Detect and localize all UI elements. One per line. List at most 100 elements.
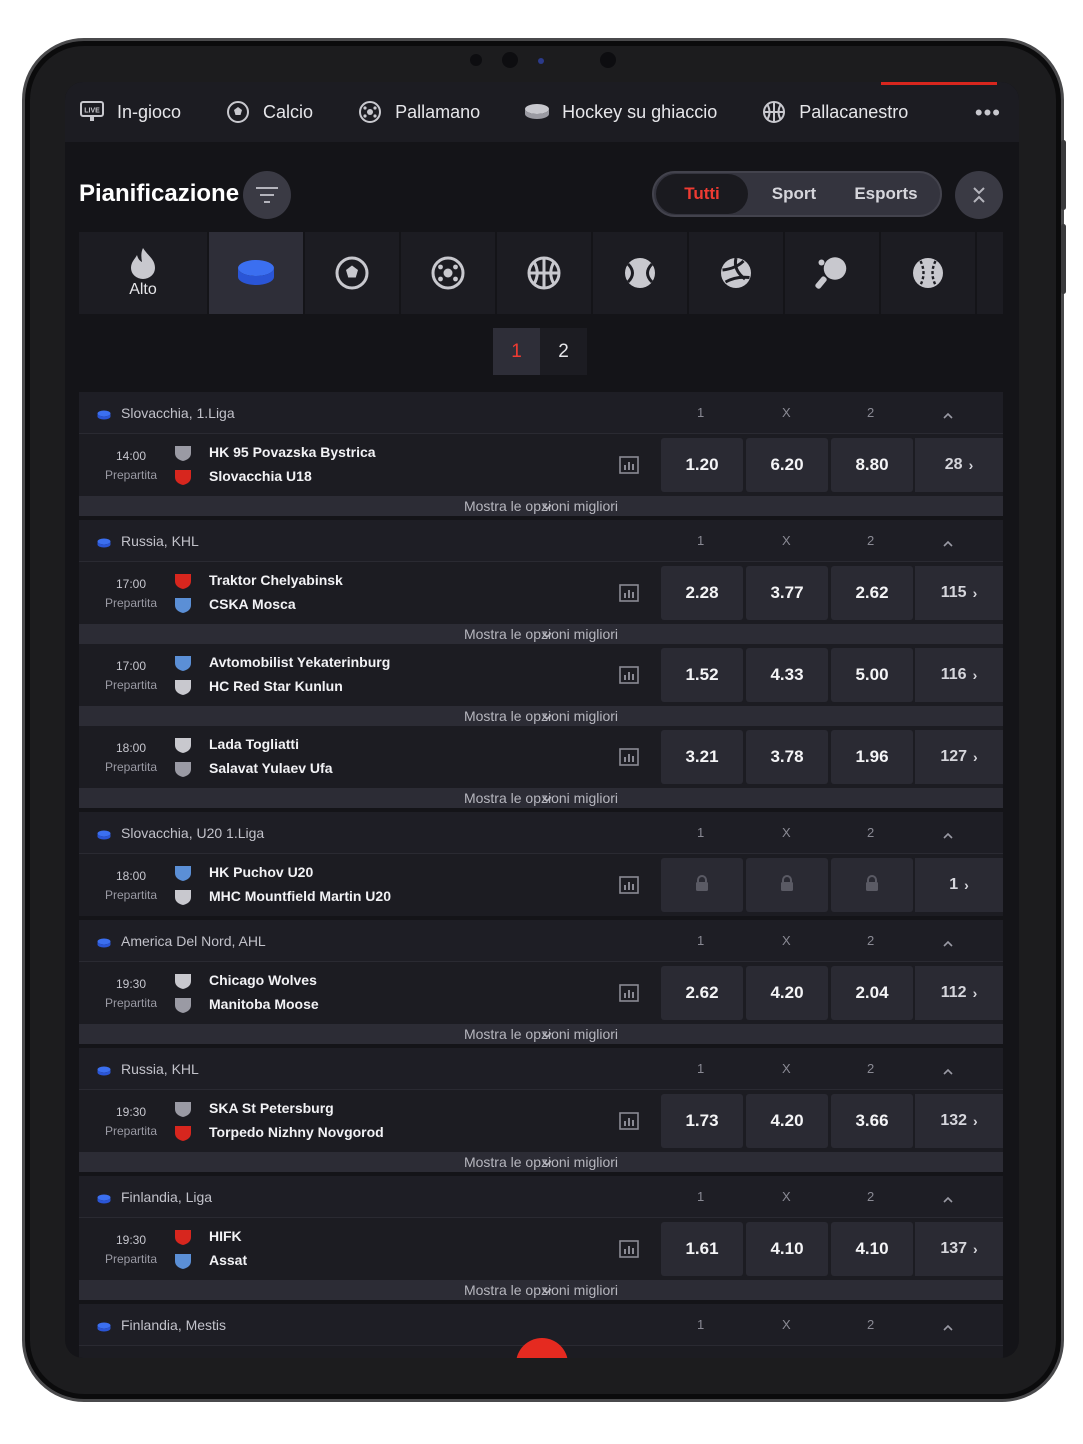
odds-button-ox[interactable]: 3.78 [746,730,828,784]
home-team-name: Lada Togliatti [209,736,299,752]
sport-tab-soccer[interactable] [305,232,401,314]
odds-button-ox[interactable]: 4.20 [746,1094,828,1148]
odds-button-ox[interactable]: 3.77 [746,566,828,620]
page-1-button[interactable]: 1 [493,328,540,375]
hockey-puck-icon [97,935,111,948]
odds-button-o2[interactable]: 2.62 [831,566,913,620]
league-header[interactable]: Slovacchia, 1.Liga 1 X 2 [79,392,1003,434]
filter-button[interactable] [243,171,291,219]
more-markets-button[interactable]: 115 › [915,566,1003,620]
page-2-button[interactable]: 2 [540,328,587,375]
odds-button-o1[interactable]: 1.73 [661,1094,743,1148]
odds-button-ox[interactable]: 4.20 [746,966,828,1020]
sport-tab-table-tennis[interactable] [785,232,881,314]
match-stage: Prepartita [104,1124,158,1138]
segment-all[interactable]: Tutti [656,174,748,214]
odds-button-o2[interactable]: 2.04 [831,966,913,1020]
chevron-up-icon[interactable] [943,1191,953,1209]
hockey-puck-icon [97,1063,111,1076]
sport-tab-tennis[interactable] [593,232,689,314]
chevron-up-icon[interactable] [943,1319,953,1337]
chevron-up-icon[interactable] [943,535,953,553]
more-markets-button[interactable]: 137 › [915,1222,1003,1276]
nav-item-handball[interactable]: Pallamano [343,82,480,142]
more-markets-button[interactable]: 1 › [915,858,1003,912]
odds-button-o1[interactable]: 1.20 [661,438,743,492]
odds-button-o1[interactable]: 2.28 [661,566,743,620]
more-markets-button[interactable]: 116 › [915,648,1003,702]
stats-icon[interactable] [619,748,639,766]
chevron-down-icon [85,626,1009,642]
sport-tab-basketball[interactable] [497,232,593,314]
match-row[interactable]: 18:00 Prepartita HK Puchov U20 MHC Mountfie… [79,854,1003,916]
stats-icon[interactable] [619,456,639,474]
show-best-options-toggle[interactable]: Mostra le opzioni migliori [79,706,1003,726]
chevron-up-icon[interactable] [943,407,953,425]
more-markets-count: 115 [940,584,967,601]
sport-tab-top[interactable]: Alto [79,232,209,314]
more-markets-count: 112 [940,984,967,1001]
sport-tab-handball[interactable] [401,232,497,314]
match-row[interactable]: 17:00 Prepartita Traktor Chelyabinsk CSKA M… [79,562,1003,624]
odds-button-o1[interactable]: 1.61 [661,1222,743,1276]
segment-esports[interactable]: Esports [840,174,932,214]
sport-tab-baseball[interactable] [881,232,977,314]
more-markets-button[interactable]: 112 › [915,966,1003,1020]
stats-icon[interactable] [619,584,639,602]
odds-button-o2[interactable]: 1.96 [831,730,913,784]
away-team-logo [173,1124,195,1142]
more-markets-button[interactable]: 132 › [915,1094,1003,1148]
more-icon[interactable]: ••• [975,100,1001,126]
show-best-options-toggle[interactable]: Mostra le opzioni migliori [79,1280,1003,1300]
league-header[interactable]: Slovacchia, U20 1.Liga 1 X 2 [79,812,1003,854]
more-markets-button[interactable]: 28 › [915,438,1003,492]
odds-button-o2[interactable]: 3.66 [831,1094,913,1148]
odds-button-o2[interactable]: 4.10 [831,1222,913,1276]
show-best-options-toggle[interactable]: Mostra le opzioni migliori [79,1152,1003,1172]
show-best-options-toggle[interactable]: Mostra le opzioni migliori [79,496,1003,516]
match-row[interactable]: 19:30 Prepartita HIFK Assat 1.61 4.10 4.10 137 › [79,1218,1003,1280]
odds-button-ox[interactable]: 4.33 [746,648,828,702]
show-best-options-toggle[interactable]: Mostra le opzioni migliori [79,624,1003,644]
odds-button-ox[interactable]: 4.10 [746,1222,828,1276]
segment-sport[interactable]: Sport [748,174,840,214]
odds-button-o1[interactable]: 2.62 [661,966,743,1020]
match-stage: Prepartita [104,678,158,692]
chevron-up-icon[interactable] [943,827,953,845]
show-best-options-toggle[interactable]: Mostra le opzioni migliori [79,1024,1003,1044]
stats-icon[interactable] [619,984,639,1002]
more-markets-button[interactable]: 127 › [915,730,1003,784]
match-row[interactable]: 18:00 Prepartita Lada Togliatti Salavat Yul… [79,726,1003,788]
odds-column-header: X [782,1317,791,1332]
odds-button-ox[interactable]: 6.20 [746,438,828,492]
match-stage: Prepartita [104,760,158,774]
chevron-right-icon: › [968,457,974,473]
league-header[interactable]: Russia, KHL 1 X 2 [79,1048,1003,1090]
odds-button-o1[interactable]: 1.52 [661,648,743,702]
chevron-up-icon[interactable] [943,1063,953,1081]
match-row[interactable]: 17:00 Prepartita Avtomobilist Yekaterinbur… [79,644,1003,706]
odds-button-o2[interactable]: 8.80 [831,438,913,492]
match-row[interactable]: 14:00 Prepartita HK 95 Povazska Bystrica Sl… [79,434,1003,496]
stats-icon[interactable] [619,666,639,684]
nav-item-live[interactable]: LIVE In-gioco [65,82,181,142]
league-header[interactable]: Finlandia, Liga 1 X 2 [79,1176,1003,1218]
odds-button-o1[interactable]: 3.21 [661,730,743,784]
odds-button-o2[interactable]: 5.00 [831,648,913,702]
lock-icon [780,874,794,896]
match-row[interactable]: 19:30 Prepartita Chicago Wolves Manitoba Mo… [79,962,1003,1024]
match-row[interactable]: 19:30 Prepartita SKA St Petersburg Torpedo … [79,1090,1003,1152]
nav-item-hockey[interactable]: Hockey su ghiaccio [510,82,717,142]
nav-item-soccer[interactable]: Calcio [211,82,313,142]
chevron-up-icon[interactable] [943,935,953,953]
sport-tab-hockey[interactable] [209,232,305,314]
stats-icon[interactable] [619,1240,639,1258]
show-best-options-toggle[interactable]: Mostra le opzioni migliori [79,788,1003,808]
stats-icon[interactable] [619,876,639,894]
stats-icon[interactable] [619,1112,639,1130]
league-header[interactable]: Russia, KHL 1 X 2 [79,520,1003,562]
sport-tab-volleyball[interactable] [689,232,785,314]
collapse-button[interactable] [955,171,1003,219]
league-header[interactable]: America Del Nord, AHL 1 X 2 [79,920,1003,962]
nav-item-basketball[interactable]: Pallacanestro [747,82,908,142]
